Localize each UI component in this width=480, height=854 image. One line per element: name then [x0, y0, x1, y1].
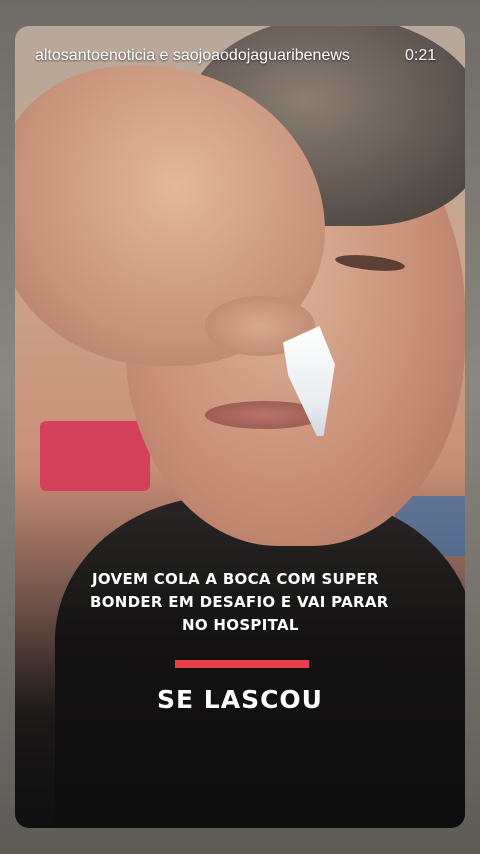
- news-headline: JOVEM COLA A BOCA COM SUPER BONDER EM DE…: [70, 568, 410, 637]
- accent-divider: [175, 660, 309, 668]
- tagline: SE LASCOU: [157, 685, 323, 714]
- headline-line: BONDER EM DESAFIO E VAI PARAR: [90, 593, 389, 611]
- story-timestamp: 0:21: [405, 47, 437, 64]
- story-username[interactable]: altosantoenoticia e saojoaodojaguaribene…: [35, 47, 350, 65]
- headline-line: NO HOSPITAL: [182, 616, 299, 634]
- background-cloth: [40, 421, 150, 491]
- headline-line: JOVEM COLA A BOCA COM SUPER: [92, 570, 379, 588]
